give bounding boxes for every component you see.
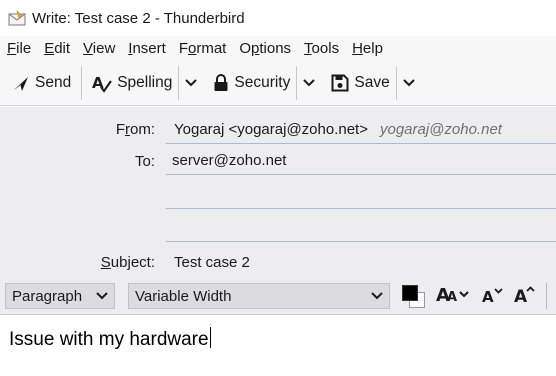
font-size-icon: AA <box>436 284 470 308</box>
chevron-down-icon <box>371 292 383 300</box>
menu-options-pre: O <box>239 39 252 57</box>
menu-help[interactable]: Help <box>345 40 389 57</box>
send-icon <box>12 74 35 92</box>
text-caret <box>209 327 211 348</box>
menu-format[interactable]: Format <box>172 40 233 57</box>
spelling-dropdown[interactable] <box>178 65 203 100</box>
decrease-font-size-icon: A <box>482 284 504 308</box>
menu-help-rest: elp <box>362 39 383 57</box>
menu-format-rest: rmat <box>196 39 227 57</box>
menu-options[interactable]: Options <box>232 40 297 57</box>
menu-file-rest: ile <box>16 39 32 57</box>
menu-view[interactable]: View <box>76 40 121 57</box>
menu-bar: File Edit View Insert Format Options Too… <box>0 36 556 60</box>
spelling-button[interactable]: A Spelling <box>86 66 178 100</box>
spellcheck-icon: A <box>92 73 117 93</box>
chevron-down-icon <box>185 78 198 87</box>
format-toolbar-separator <box>546 283 547 309</box>
to-field[interactable]: server@zoho.net <box>166 147 556 175</box>
menu-options-rest: tions <box>259 39 292 57</box>
menu-insert-rest: nsert <box>132 39 166 57</box>
svg-text:A: A <box>514 287 528 304</box>
chevron-down-icon <box>96 292 108 300</box>
menu-view-rest: iew <box>92 39 116 57</box>
menu-edit-accel: E <box>44 39 55 57</box>
save-button[interactable]: Save <box>325 66 395 100</box>
from-email: yogaraj@zoho.net <box>379 121 502 138</box>
menu-help-accel: H <box>352 39 363 57</box>
subject-value: Test case 2 <box>174 253 250 271</box>
window-title: Write: Test case 2 - Thunderbird <box>32 9 245 27</box>
lock-icon <box>213 73 234 92</box>
from-label-rest: om: <box>129 121 155 138</box>
subject-label-rest: ubject: <box>110 254 155 271</box>
save-icon <box>331 74 354 92</box>
chevron-down-icon <box>303 78 316 87</box>
compose-toolbar: Send A Spelling Security Save <box>0 60 556 106</box>
subject-label: Subject: <box>95 254 155 271</box>
increase-font-size-button[interactable]: A <box>514 284 536 308</box>
paragraph-format-select[interactable]: Paragraph <box>5 283 115 309</box>
menu-edit[interactable]: Edit <box>37 40 76 57</box>
font-select[interactable]: Variable Width <box>128 283 390 309</box>
from-identity: Yogaraj <yogaraj@zoho.net> <box>174 121 368 138</box>
text-color-swatch[interactable] <box>402 285 418 301</box>
toolbar-separator <box>81 65 83 100</box>
spelling-label: Spelling <box>117 73 173 91</box>
title-bar: Write: Test case 2 - Thunderbird <box>0 0 556 36</box>
subject-field[interactable]: Test case 2 <box>166 248 556 276</box>
save-dropdown[interactable] <box>395 65 421 100</box>
font-value: Variable Width <box>135 287 232 305</box>
menu-tools-rest: ools <box>311 39 340 57</box>
security-label: Security <box>234 73 291 91</box>
compose-envelope-icon <box>8 10 26 26</box>
paragraph-format-value: Paragraph <box>12 287 83 305</box>
subject-label-accel: S <box>100 254 111 271</box>
format-toolbar: Paragraph Variable Width AA A A <box>0 278 556 315</box>
from-label-pre: F <box>115 121 125 138</box>
menu-file[interactable]: File <box>0 40 37 57</box>
menu-file-accel: F <box>7 39 17 57</box>
menu-insert[interactable]: Insert <box>121 40 172 57</box>
font-size-menu-button[interactable]: AA <box>436 284 470 308</box>
text-color-picker[interactable] <box>401 284 425 308</box>
from-label: From: <box>95 121 155 138</box>
chevron-down-icon <box>402 78 415 87</box>
menu-tools[interactable]: Tools <box>297 40 345 57</box>
decrease-font-size-button[interactable]: A <box>482 284 504 308</box>
menu-view-accel: V <box>83 39 93 57</box>
message-body-text: Issue with my hardware <box>9 329 209 350</box>
to-label: To: <box>134 153 155 170</box>
from-field[interactable]: Yogaraj <yogaraj@zoho.net> yogaraj@zoho.… <box>166 116 556 144</box>
security-dropdown[interactable] <box>296 65 321 100</box>
svg-text:A: A <box>482 288 494 304</box>
message-headers: From: Yogaraj <yogaraj@zoho.net> yogaraj… <box>0 107 556 278</box>
send-button[interactable]: Send <box>6 66 77 100</box>
svg-text:A: A <box>447 290 457 304</box>
to-recipient[interactable]: server@zoho.net <box>172 152 286 169</box>
menu-tools-accel: T <box>304 39 312 57</box>
increase-font-size-icon: A <box>514 284 536 308</box>
send-label: Send <box>35 73 72 91</box>
message-body-editor[interactable]: Issue with my hardware <box>0 316 556 376</box>
address-field-empty[interactable] <box>166 176 556 209</box>
menu-edit-rest: dit <box>54 39 71 57</box>
menu-format-pre: F <box>178 39 188 57</box>
address-field-empty[interactable] <box>166 209 556 242</box>
security-button[interactable]: Security <box>207 66 296 100</box>
save-label: Save <box>354 73 390 91</box>
